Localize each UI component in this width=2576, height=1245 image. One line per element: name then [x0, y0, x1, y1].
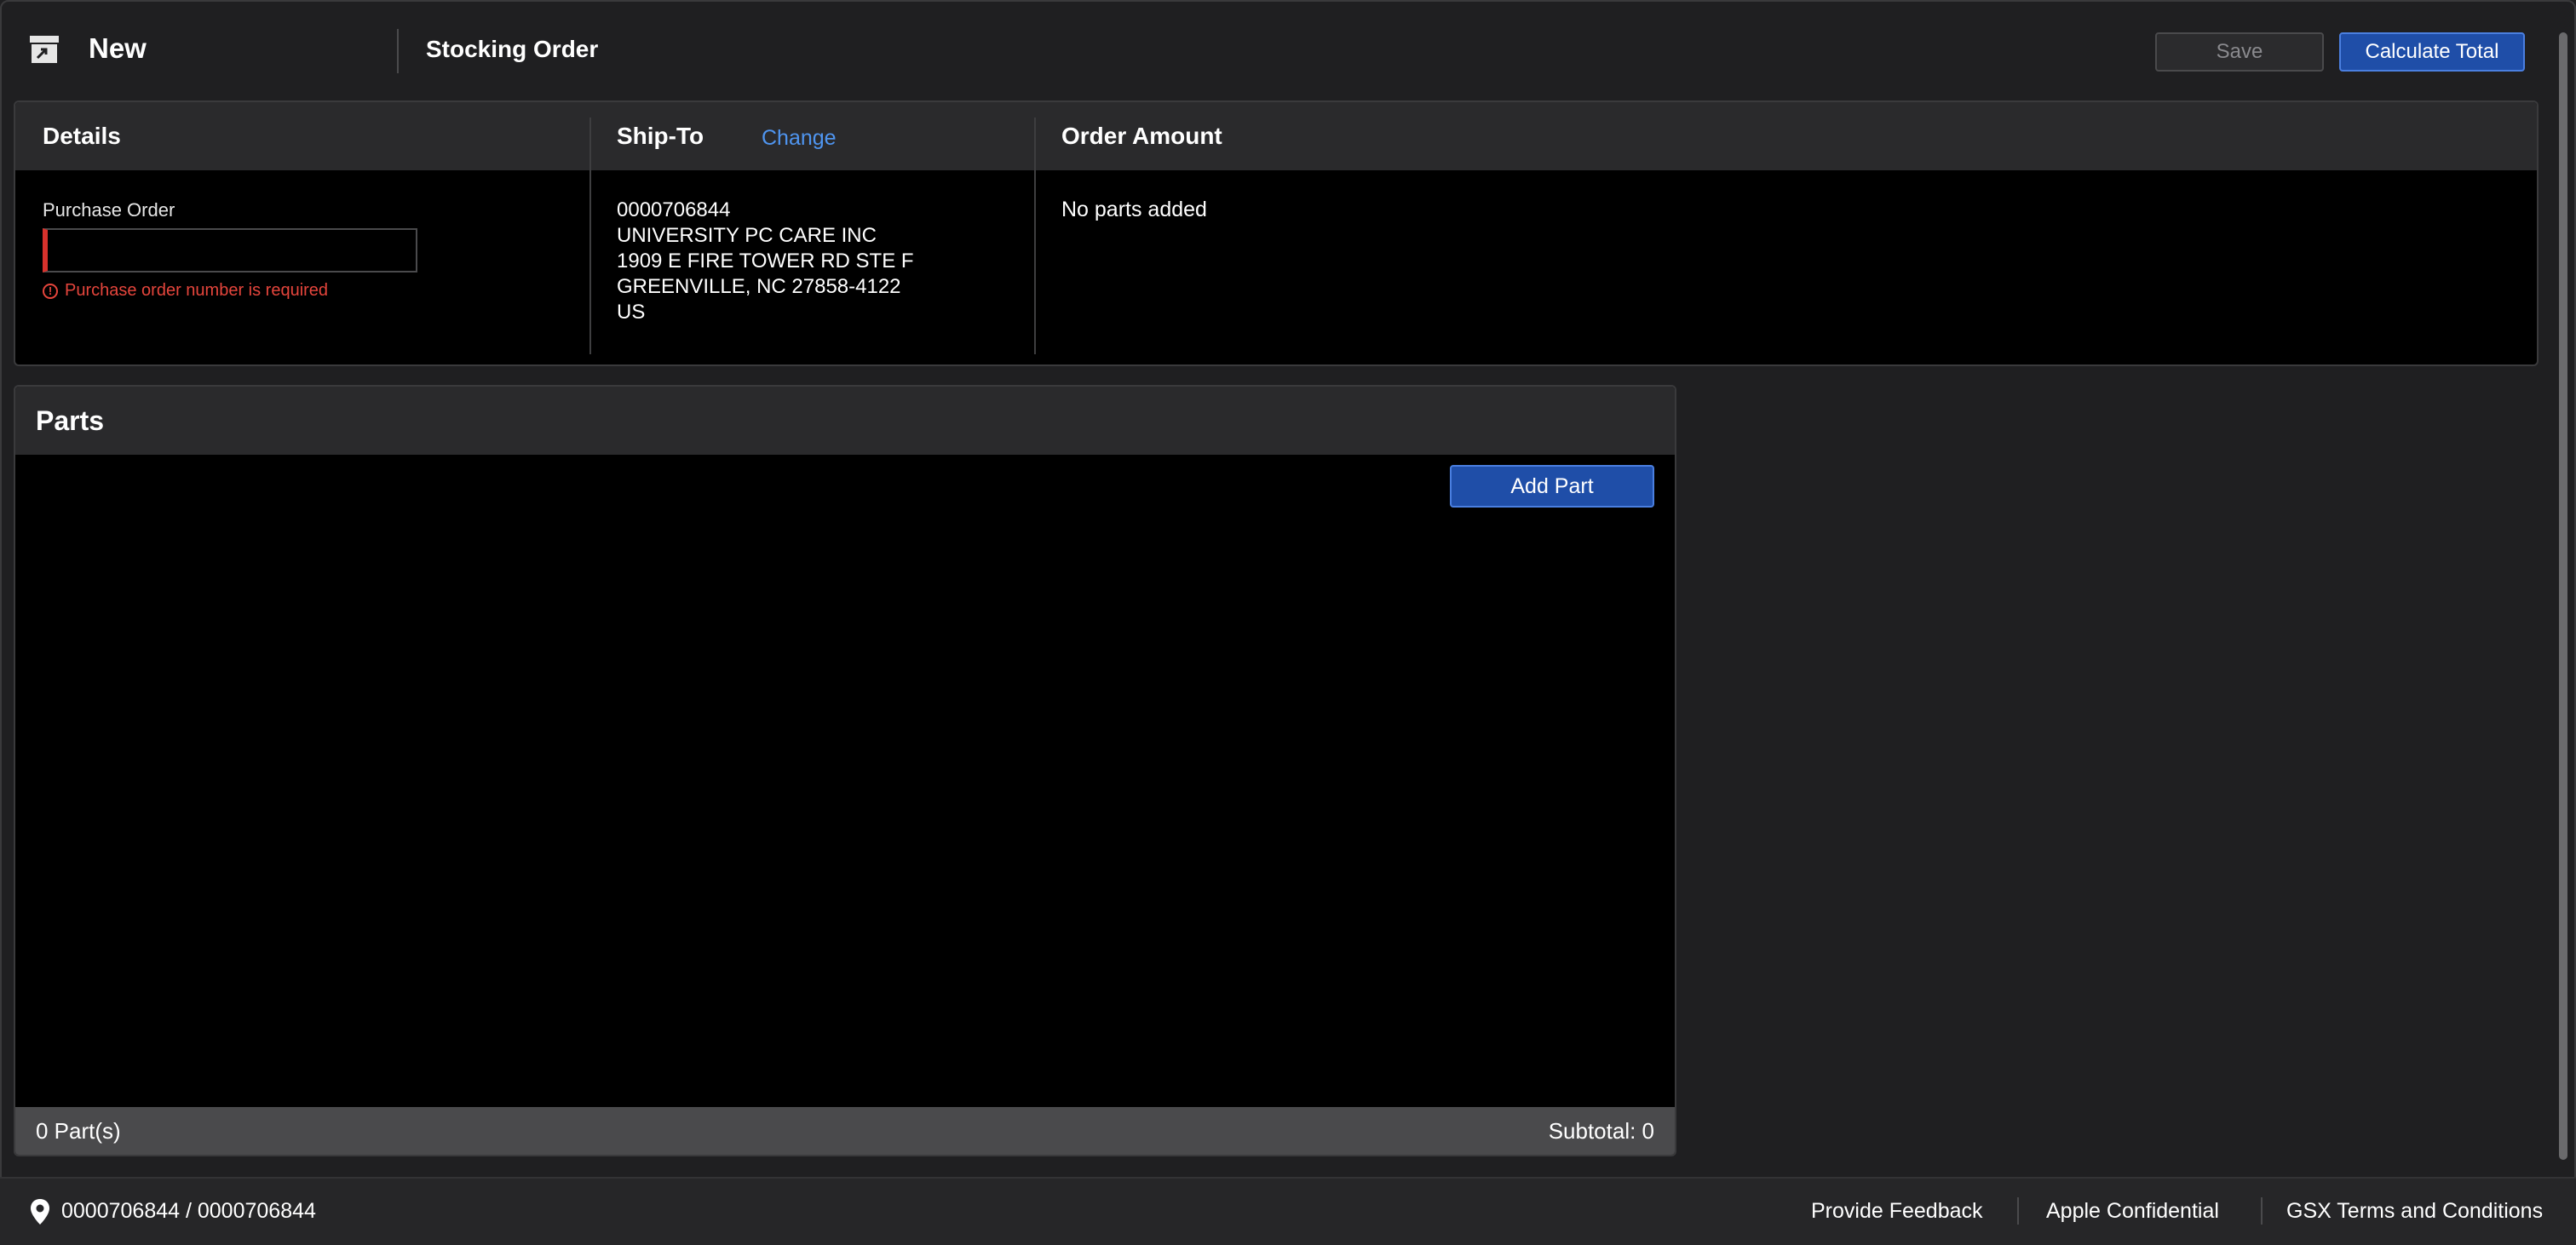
purchase-order-error: ! Purchase order number is required	[43, 281, 328, 301]
address-line: 1909 E FIRE TOWER RD STE F	[617, 250, 914, 273]
vertical-scrollbar[interactable]	[2559, 32, 2567, 1160]
apple-confidential-link[interactable]: Apple Confidential	[2046, 1199, 2219, 1224]
address-line: US	[617, 301, 646, 324]
error-message: Purchase order number is required	[65, 281, 329, 300]
add-part-button[interactable]: Add Part	[1450, 465, 1654, 508]
change-ship-to-link[interactable]: Change	[762, 126, 837, 151]
page-footer: 0000706844 / 0000706844 Provide Feedback…	[0, 1177, 2576, 1245]
parts-subtotal: Subtotal: 0	[1548, 1118, 1654, 1144]
column-divider	[1034, 118, 1036, 354]
provide-feedback-link[interactable]: Provide Feedback	[1811, 1199, 1983, 1224]
ship-to-title: Ship-To	[617, 123, 704, 149]
summary-header-bar	[15, 102, 2537, 170]
calculate-total-button[interactable]: Calculate Total	[2339, 32, 2525, 72]
new-label: New	[89, 32, 147, 64]
parts-panel: Parts Add Part 0 Part(s) Subtotal: 0	[14, 385, 1676, 1156]
save-button[interactable]: Save	[2155, 32, 2324, 72]
address-line: GREENVILLE, NC 27858-4122	[617, 275, 901, 298]
column-divider	[589, 118, 591, 354]
archive-box-icon	[30, 36, 59, 63]
order-summary-panel: Details Ship-To Change Order Amount Purc…	[14, 100, 2539, 366]
purchase-order-input[interactable]	[43, 228, 417, 273]
order-amount-title: Order Amount	[1061, 123, 1222, 149]
order-amount-message: No parts added	[1061, 198, 1207, 221]
footer-separator	[2261, 1197, 2263, 1225]
parts-count: 0 Part(s)	[36, 1118, 121, 1144]
location-pin-icon	[31, 1199, 49, 1225]
parts-title: Parts	[36, 405, 105, 436]
error-icon: !	[43, 283, 58, 299]
details-title: Details	[43, 123, 121, 149]
parts-header-bar: Parts	[15, 387, 1675, 455]
page-header: New Stocking Order Save Calculate Total	[0, 0, 2576, 100]
address-line: UNIVERSITY PC CARE INC	[617, 224, 877, 247]
gsx-terms-link[interactable]: GSX Terms and Conditions	[2286, 1199, 2543, 1224]
page-title: Stocking Order	[426, 36, 599, 62]
footer-separator	[2017, 1197, 2019, 1225]
purchase-order-label: Purchase Order	[43, 199, 175, 221]
address-line: 0000706844	[617, 198, 731, 221]
location-text: 0000706844 / 0000706844	[61, 1199, 316, 1223]
header-divider	[397, 29, 399, 73]
parts-footer-bar: 0 Part(s) Subtotal: 0	[15, 1107, 1675, 1155]
ship-to-address: 0000706844 UNIVERSITY PC CARE INC 1909 E…	[617, 198, 914, 325]
